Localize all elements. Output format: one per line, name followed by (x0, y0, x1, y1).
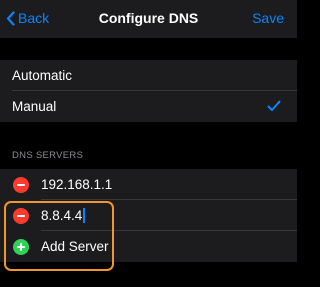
delete-server-button[interactable] (13, 207, 29, 224)
section-gap (0, 38, 297, 60)
checkmark-icon (267, 100, 281, 111)
dns-server-address: 8.8.4.4 (41, 207, 83, 223)
dns-mode-group: Automatic Manual (0, 60, 297, 122)
dns-servers-group: 192.168.1.1 8.8.4.4 Add Server (0, 169, 297, 262)
save-button[interactable]: Save (252, 10, 284, 26)
minus-icon (17, 214, 25, 217)
dns-server-row[interactable]: 192.168.1.1 (0, 169, 297, 200)
option-label: Automatic (12, 68, 73, 83)
delete-server-button[interactable] (13, 176, 29, 193)
dns-servers-header: DNS SERVERS (12, 150, 84, 161)
plus-circle-icon[interactable] (13, 238, 29, 255)
dns-server-input[interactable]: 8.8.4.4 (41, 208, 85, 224)
navigation-bar: Back Configure DNS Save (0, 0, 297, 38)
add-server-row[interactable]: Add Server (0, 231, 297, 262)
dns-server-address[interactable]: 192.168.1.1 (41, 177, 112, 192)
add-server-label: Add Server (41, 239, 109, 254)
option-automatic[interactable]: Automatic (0, 60, 297, 91)
option-manual[interactable]: Manual (0, 91, 297, 122)
option-label: Manual (12, 99, 57, 114)
minus-icon (17, 183, 25, 186)
dns-server-row[interactable]: 8.8.4.4 (0, 200, 297, 231)
text-cursor (83, 208, 85, 224)
